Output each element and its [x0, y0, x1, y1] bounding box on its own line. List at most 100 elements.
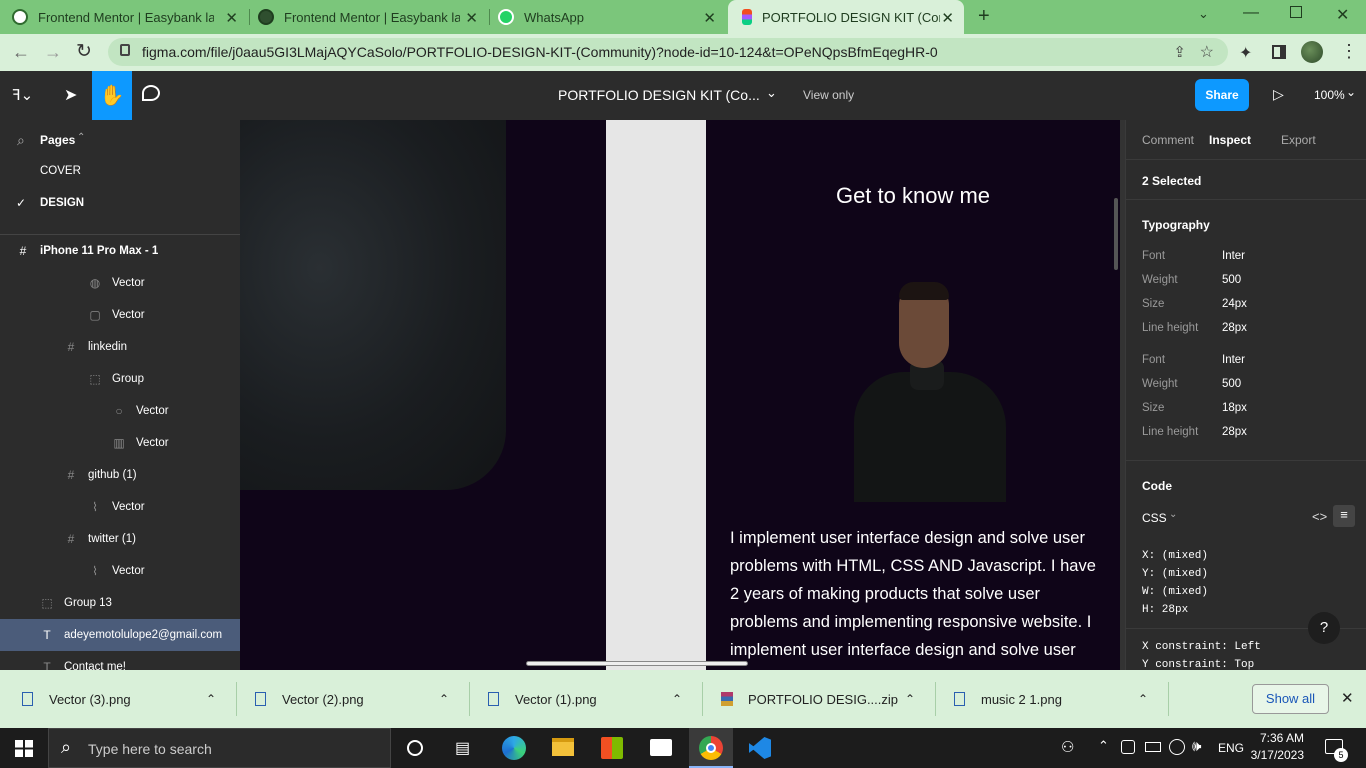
- page-item-cover[interactable]: COVER: [40, 165, 81, 177]
- forward-icon[interactable]: →: [44, 42, 62, 63]
- layer-row[interactable]: # twitter (1): [0, 523, 240, 555]
- vertical-scrollbar[interactable]: [1114, 198, 1118, 270]
- download-item[interactable]: PORTFOLIO DESIG....zip ⌃: [721, 670, 931, 728]
- language-indicator[interactable]: ENG: [1218, 741, 1244, 755]
- line-height-value[interactable]: 28px: [1222, 426, 1247, 438]
- close-tab-icon[interactable]: ✕: [465, 9, 478, 27]
- side-panel-icon[interactable]: [1272, 45, 1286, 59]
- layer-row[interactable]: ⌇ Vector: [0, 555, 240, 587]
- browser-tab-2[interactable]: Frontend Mentor | Easybank landi ✕: [258, 0, 488, 34]
- comment-tool-icon[interactable]: [142, 85, 160, 101]
- vscode-icon[interactable]: [749, 737, 771, 759]
- back-icon[interactable]: ←: [12, 42, 30, 63]
- about-heading[interactable]: Get to know me: [706, 183, 1120, 209]
- clock-time[interactable]: 7:36 AM: [1256, 731, 1304, 745]
- layer-row[interactable]: ▢ Vector: [0, 299, 240, 331]
- design-canvas[interactable]: Get to know me I implement user interfac…: [240, 120, 1125, 670]
- profile-avatar[interactable]: [1301, 41, 1323, 63]
- browser-tab-3[interactable]: WhatsApp ✕: [498, 0, 726, 34]
- browser-tab-4-active[interactable]: PORTFOLIO DESIGN KIT (Commu ✕: [728, 0, 964, 34]
- device-icon[interactable]: [1121, 740, 1135, 754]
- reload-icon[interactable]: ↻: [76, 40, 92, 63]
- cortana-icon[interactable]: [407, 740, 423, 756]
- hand-tool-icon[interactable]: ✋: [92, 71, 132, 120]
- weight-value[interactable]: 500: [1222, 274, 1241, 286]
- close-tab-icon[interactable]: ✕: [703, 9, 716, 27]
- code-language-select[interactable]: CSS: [1142, 511, 1167, 525]
- portrait-photo[interactable]: [854, 282, 1006, 502]
- figma-menu-icon[interactable]: ꟻ⌄: [12, 86, 33, 104]
- close-window-icon[interactable]: ✕: [1336, 5, 1349, 25]
- tab-export[interactable]: Export: [1281, 133, 1316, 147]
- layer-row[interactable]: # linkedin: [0, 331, 240, 363]
- restore-icon[interactable]: [1290, 6, 1302, 18]
- line-height-value[interactable]: 28px: [1222, 322, 1247, 334]
- task-view-icon[interactable]: ▤: [455, 738, 470, 758]
- browser-tab-1[interactable]: Frontend Mentor | Easybank landi ✕: [12, 0, 248, 34]
- url-field[interactable]: figma.com/file/j0aau5GI3LMajAQYCaSolo/PO…: [108, 38, 1228, 66]
- help-button[interactable]: ?: [1308, 612, 1340, 644]
- close-tab-icon[interactable]: ✕: [225, 9, 238, 27]
- page-item-design[interactable]: DESIGN: [40, 197, 84, 209]
- chevron-up-icon[interactable]: ⌃: [1138, 692, 1148, 706]
- layer-row[interactable]: # iPhone 11 Pro Max - 1: [0, 235, 240, 267]
- list-view-icon[interactable]: ≡: [1333, 505, 1355, 527]
- bookmark-star-icon[interactable]: ☆: [1200, 42, 1214, 62]
- new-tab-button[interactable]: +: [978, 5, 990, 28]
- show-hidden-icons-icon[interactable]: ⌃: [1098, 738, 1109, 754]
- clock-date[interactable]: 3/17/2023: [1246, 748, 1304, 762]
- font-value[interactable]: Inter: [1222, 250, 1245, 262]
- tab-inspect[interactable]: Inspect: [1209, 133, 1251, 147]
- size-value[interactable]: 18px: [1222, 402, 1247, 414]
- download-item[interactable]: Vector (1).png ⌃: [488, 670, 698, 728]
- tab-comment[interactable]: Comment: [1142, 133, 1194, 147]
- code-view-icon[interactable]: <>: [1312, 509, 1327, 524]
- layer-row[interactable]: ⌇ Vector: [0, 491, 240, 523]
- file-explorer-icon[interactable]: [552, 738, 574, 756]
- layer-row[interactable]: ⬚ Group: [0, 363, 240, 395]
- share-page-icon[interactable]: ⇪: [1173, 43, 1186, 61]
- weight-value[interactable]: 500: [1222, 378, 1241, 390]
- present-play-icon[interactable]: ▷: [1273, 86, 1284, 103]
- battery-icon[interactable]: [1145, 742, 1161, 752]
- move-tool-icon[interactable]: ➤: [64, 85, 77, 105]
- horizontal-scrollbar[interactable]: [526, 661, 748, 666]
- chevron-up-icon[interactable]: ⌃: [905, 692, 915, 706]
- collapse-pages-icon[interactable]: ⌃: [77, 132, 85, 143]
- font-value[interactable]: Inter: [1222, 354, 1245, 366]
- edge-browser-icon[interactable]: [502, 736, 526, 760]
- browser-menu-icon[interactable]: ⋮: [1340, 41, 1358, 62]
- people-icon[interactable]: ⚇: [1061, 738, 1074, 756]
- layer-row[interactable]: ◍ Vector: [0, 267, 240, 299]
- share-button[interactable]: Share: [1195, 79, 1249, 111]
- mail-icon[interactable]: [650, 739, 672, 756]
- layer-row-selected[interactable]: T adeyemotolulope2@gmail.com: [0, 619, 240, 651]
- close-tab-icon[interactable]: ✕: [941, 9, 954, 27]
- minimize-icon[interactable]: —: [1243, 4, 1259, 22]
- pages-header[interactable]: Pages: [40, 133, 75, 147]
- frame-iphone-11-pro-max[interactable]: Get to know me I implement user interfac…: [706, 120, 1120, 670]
- taskbar-search-box[interactable]: ⌕ Type here to search: [48, 728, 391, 768]
- volume-icon[interactable]: 🕪: [1192, 738, 1201, 755]
- file-title[interactable]: PORTFOLIO DESIGN KIT (Co...: [558, 87, 760, 103]
- extensions-icon[interactable]: ✦: [1239, 43, 1252, 63]
- layer-row[interactable]: ⬚ Group 13: [0, 587, 240, 619]
- microsoft-store-icon[interactable]: [601, 737, 623, 759]
- download-item[interactable]: music 2 1.png ⌃: [954, 670, 1164, 728]
- network-globe-icon[interactable]: [1169, 739, 1185, 755]
- zoom-chevron-icon[interactable]: ⌄: [1346, 85, 1356, 99]
- download-item[interactable]: Vector (3).png ⌃: [22, 670, 232, 728]
- layer-row[interactable]: # github (1): [0, 459, 240, 491]
- layer-row[interactable]: ▥ Vector: [0, 427, 240, 459]
- download-item[interactable]: Vector (2).png ⌃: [255, 670, 465, 728]
- chevron-up-icon[interactable]: ⌃: [672, 692, 682, 706]
- show-all-button[interactable]: Show all: [1252, 684, 1329, 714]
- zoom-level[interactable]: 100%: [1314, 88, 1345, 102]
- about-body-text[interactable]: I implement user interface design and so…: [730, 524, 1102, 664]
- tab-search-icon[interactable]: ⌄: [1198, 6, 1209, 22]
- chrome-taskbar-button[interactable]: [689, 728, 733, 768]
- search-layers-icon[interactable]: ⌕: [17, 132, 25, 149]
- chevron-up-icon[interactable]: ⌃: [206, 692, 216, 706]
- close-downloads-icon[interactable]: ✕: [1341, 689, 1354, 707]
- windows-start-icon[interactable]: [15, 740, 33, 757]
